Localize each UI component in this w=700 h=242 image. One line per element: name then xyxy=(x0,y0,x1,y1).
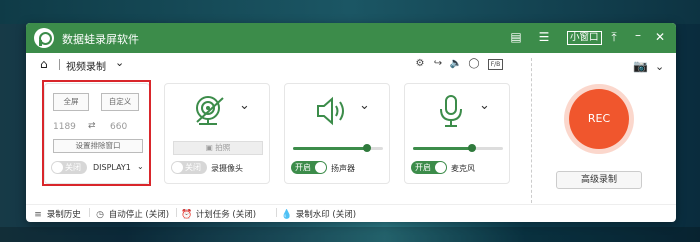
chevron-down-icon[interactable]: ⌄ xyxy=(359,98,370,113)
microphone-toggle[interactable]: 开启 xyxy=(411,161,447,174)
camera-label: 录摄像头 xyxy=(211,164,243,173)
home-icon[interactable]: ⌂ xyxy=(40,57,48,71)
speaker-toggle[interactable]: 开启 xyxy=(291,161,327,174)
speaker-icon[interactable]: 🔈 xyxy=(449,58,463,69)
title-bar: 数据蛙录屏软件 ▤ ☰ 小窗口 ⤒ – ✕ xyxy=(26,23,676,53)
speaker-icon[interactable] xyxy=(315,96,349,126)
section-divider xyxy=(531,58,532,203)
microphone-volume-handle[interactable] xyxy=(467,144,476,152)
speaker-volume-fill xyxy=(293,147,367,150)
schedule-label: 计划任务 (关闭) xyxy=(195,210,257,220)
history-link[interactable]: ≡ 录制历史 xyxy=(32,208,81,220)
toggle-knob xyxy=(435,162,446,173)
chevron-down-icon[interactable]: ⌄ xyxy=(655,60,664,73)
photo-button-label: 拍照 xyxy=(215,143,231,152)
app-logo-icon xyxy=(34,28,54,48)
mini-window-button[interactable]: 小窗口 xyxy=(567,31,602,45)
photo-button[interactable]: ▣ 拍照 xyxy=(173,141,263,155)
auto-stop-label: 自动停止 (关闭) xyxy=(108,210,170,220)
chevron-down-icon[interactable]: ⌄ xyxy=(479,98,490,113)
chevron-down-icon[interactable]: ⌄ xyxy=(239,98,250,113)
rec-button[interactable]: REC xyxy=(569,89,629,149)
alarm-icon: ⏰ xyxy=(181,210,193,220)
camera-toggle[interactable]: 关闭 xyxy=(171,161,207,174)
mode-divider xyxy=(59,59,60,70)
microphone-label: 麦克风 xyxy=(451,164,475,173)
menu-icon[interactable]: ☰ xyxy=(536,30,552,44)
microphone-volume-fill xyxy=(413,147,472,150)
taskbar xyxy=(0,227,700,242)
highlight-box xyxy=(42,80,151,186)
fb-icon[interactable]: F/B xyxy=(488,59,503,70)
settings-icon[interactable]: ⚙ xyxy=(413,58,427,69)
status-divider: | xyxy=(275,208,278,218)
speaker-label: 扬声器 xyxy=(331,164,355,173)
app-title: 数据蛙录屏软件 xyxy=(62,33,139,46)
auto-stop-link[interactable]: ◷ 自动停止 (关闭) xyxy=(94,208,169,220)
microphone-card: ⌄ 开启 麦克风 xyxy=(404,83,510,184)
mode-bar: ⌂ 视频录制 ⌄ ⚙ ↪ 🔈 ◯ F/B xyxy=(26,53,531,75)
watermark-icon: 💧 xyxy=(281,210,293,220)
schedule-link[interactable]: ⏰ 计划任务 (关闭) xyxy=(181,208,256,220)
minimize-icon[interactable]: – xyxy=(630,28,646,42)
watermark-link[interactable]: 💧 录制水印 (关闭) xyxy=(281,208,356,220)
camera-toggle-label: 关闭 xyxy=(185,163,201,172)
history-label: 录制历史 xyxy=(46,210,81,220)
speaker-card: ⌄ 开启 扬声器 xyxy=(284,83,390,184)
watermark-label: 录制水印 (关闭) xyxy=(295,210,357,220)
close-icon[interactable]: ✕ xyxy=(652,30,668,44)
pin-icon[interactable]: ⤒ xyxy=(606,30,622,44)
export-icon[interactable]: ↪ xyxy=(431,58,445,69)
chevron-down-icon[interactable]: ⌄ xyxy=(115,56,124,69)
webcam-icon[interactable] xyxy=(193,94,227,128)
camera-icon[interactable]: 📷 xyxy=(633,59,648,73)
status-divider: | xyxy=(88,208,91,218)
mouse-icon[interactable]: ◯ xyxy=(467,58,481,69)
desktop-background xyxy=(0,0,700,24)
speaker-volume-slider[interactable] xyxy=(293,144,383,152)
microphone-toggle-label: 开启 xyxy=(415,163,431,172)
toggle-knob xyxy=(315,162,326,173)
list-icon: ≡ xyxy=(34,210,42,220)
advanced-record-button[interactable]: 高级录制 xyxy=(556,171,642,189)
speaker-volume-handle[interactable] xyxy=(362,144,371,152)
mode-label[interactable]: 视频录制 xyxy=(66,58,106,73)
microphone-icon[interactable] xyxy=(437,94,465,128)
toggle-knob xyxy=(172,162,183,173)
clock-icon: ◷ xyxy=(96,210,104,220)
camera-card: ⌄ ▣ 拍照 关闭 录摄像头 xyxy=(164,83,270,184)
speaker-toggle-label: 开启 xyxy=(295,163,311,172)
status-bar: ≡ 录制历史 | ◷ 自动停止 (关闭) | ⏰ 计划任务 (关闭) | 💧 录… xyxy=(26,204,676,222)
message-icon[interactable]: ▤ xyxy=(508,30,524,44)
status-divider: | xyxy=(175,208,178,218)
app-window: 数据蛙录屏软件 ▤ ☰ 小窗口 ⤒ – ✕ ⌂ 视频录制 ⌄ ⚙ ↪ 🔈 ◯ F… xyxy=(26,23,676,222)
microphone-volume-slider[interactable] xyxy=(413,144,503,152)
